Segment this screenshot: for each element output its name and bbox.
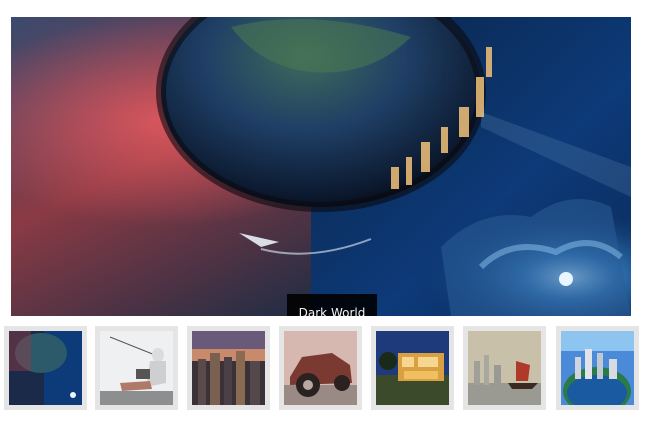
thumbnail-dark-world[interactable]	[4, 326, 87, 410]
thumbnail-image	[376, 331, 449, 405]
thumbnail-harbor-junk[interactable]	[463, 326, 546, 410]
thumbnail-image	[284, 331, 357, 405]
thumbnail-image	[100, 331, 173, 405]
main-slide-image: Dark World	[11, 17, 631, 316]
thumbnail-vintage-car[interactable]	[279, 326, 362, 410]
thumbnail-image	[561, 331, 634, 405]
thumbnail-city-globe[interactable]	[556, 326, 639, 410]
image-slider: Dark World	[0, 0, 648, 422]
thumbnail-image	[468, 331, 541, 405]
slide-caption: Dark World	[287, 294, 377, 316]
thumbnail-modern-house[interactable]	[371, 326, 454, 410]
thumbnail-laptop-person[interactable]	[95, 326, 178, 410]
thumbnail-city-skyline[interactable]	[187, 326, 270, 410]
thumbnail-image	[9, 331, 82, 405]
thumbnail-image	[192, 331, 265, 405]
